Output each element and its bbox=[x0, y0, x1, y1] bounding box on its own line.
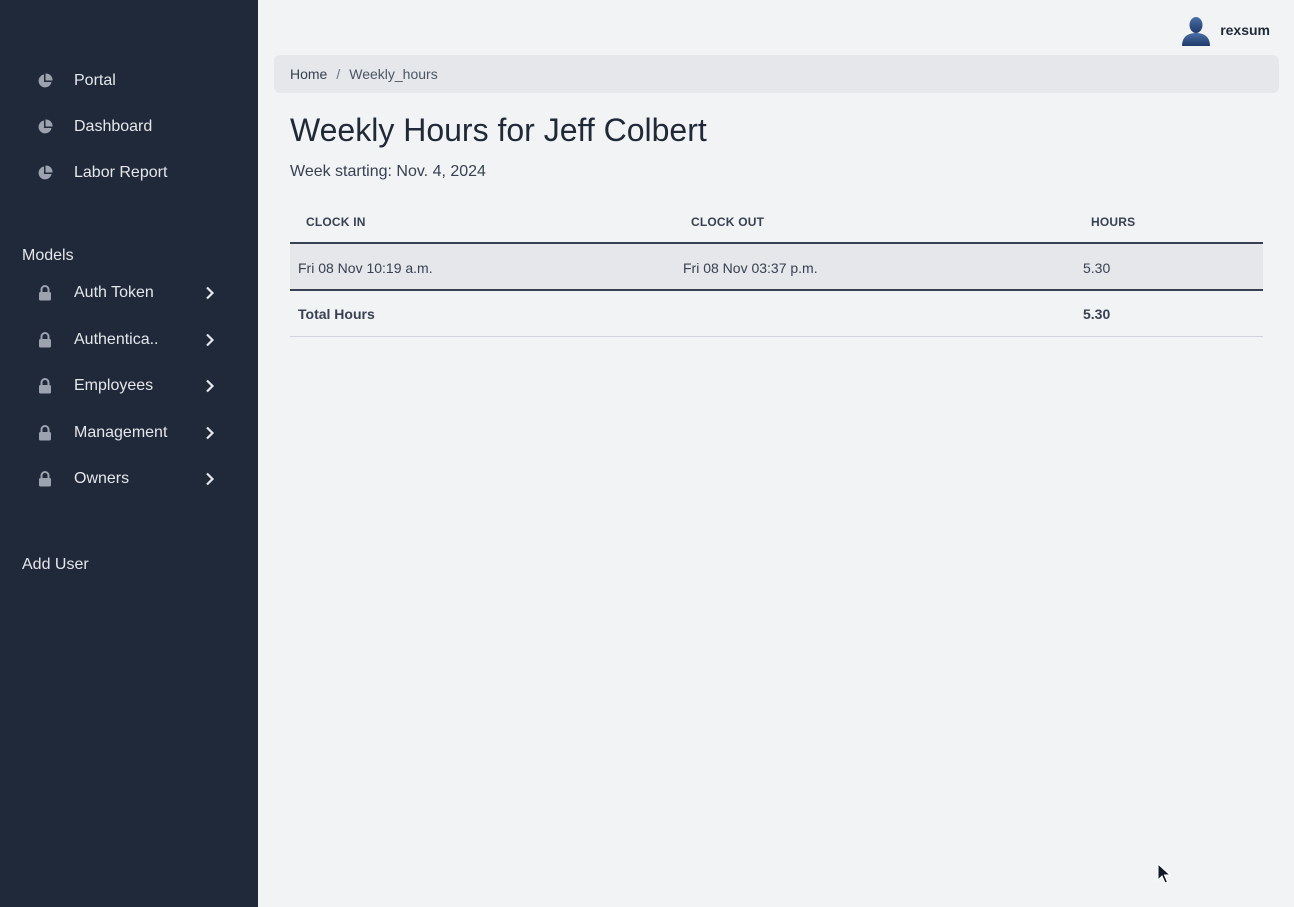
sidebar-item-label: Labor Report bbox=[74, 164, 168, 181]
table-header: CLOCK IN CLOCK OUT HOURS bbox=[290, 200, 1263, 244]
total-hours-value: 5.30 bbox=[1083, 306, 1111, 322]
column-header-clock-in: CLOCK IN bbox=[306, 215, 366, 229]
sidebar-item-label: Management bbox=[74, 424, 168, 441]
total-row: Total Hours 5.30 bbox=[290, 291, 1263, 337]
week-starting-text: Week starting: Nov. 4, 2024 bbox=[290, 163, 486, 180]
lock-icon bbox=[36, 377, 54, 395]
lock-icon bbox=[36, 331, 54, 349]
username: rexsum bbox=[1220, 22, 1270, 38]
chevron-right-icon bbox=[202, 425, 218, 441]
user-menu[interactable]: rexsum bbox=[1180, 14, 1270, 46]
pie-chart-icon bbox=[36, 72, 54, 90]
add-user-link[interactable]: Add User bbox=[22, 556, 89, 574]
chevron-right-icon bbox=[202, 285, 218, 301]
chevron-right-icon bbox=[202, 378, 218, 394]
sidebar-item-label: Owners bbox=[74, 470, 130, 487]
breadcrumb-current: Weekly_hours bbox=[349, 66, 438, 82]
models-section-title: Models bbox=[22, 247, 74, 264]
breadcrumb-home-link[interactable]: Home bbox=[290, 66, 327, 82]
page-title: Weekly Hours for Jeff Colbert bbox=[290, 112, 707, 148]
table-row: Fri 08 Nov 10:19 a.m. Fri 08 Nov 03:37 p… bbox=[290, 244, 1263, 291]
sidebar-item-label: Portal bbox=[74, 72, 116, 89]
total-hours-label: Total Hours bbox=[298, 306, 375, 322]
mouse-cursor-icon bbox=[1157, 863, 1171, 884]
lock-icon bbox=[36, 284, 54, 302]
hours-cell: 5.30 bbox=[1083, 260, 1111, 276]
sidebar-item-label: Dashboard bbox=[74, 118, 153, 135]
clock-out-cell: Fri 08 Nov 03:37 p.m. bbox=[683, 260, 818, 276]
sidebar-item-dashboard[interactable]: Dashboard bbox=[22, 109, 236, 145]
column-header-clock-out: CLOCK OUT bbox=[691, 215, 765, 229]
sidebar-item-employees[interactable]: Employees bbox=[22, 368, 236, 404]
sidebar-item-auth-token[interactable]: Auth Token bbox=[22, 275, 236, 311]
chevron-right-icon bbox=[202, 471, 218, 487]
sidebar-item-labor-report[interactable]: Labor Report bbox=[22, 155, 236, 191]
lock-icon bbox=[36, 470, 54, 488]
sidebar-item-label: Auth Token bbox=[74, 284, 154, 301]
breadcrumb-separator: / bbox=[336, 66, 341, 82]
sidebar-item-authentication[interactable]: Authentica.. bbox=[22, 322, 236, 358]
column-header-hours: HOURS bbox=[1091, 215, 1136, 229]
sidebar-item-owners[interactable]: Owners bbox=[22, 461, 236, 497]
sidebar-item-label: Employees bbox=[74, 377, 154, 394]
sidebar-item-label: Authentica.. bbox=[74, 331, 159, 348]
avatar bbox=[1180, 14, 1212, 46]
weekly-hours-table: CLOCK IN CLOCK OUT HOURS Fri 08 Nov 10:1… bbox=[290, 200, 1263, 337]
chevron-right-icon bbox=[202, 332, 218, 348]
pie-chart-icon bbox=[36, 118, 54, 136]
clock-in-cell: Fri 08 Nov 10:19 a.m. bbox=[298, 260, 433, 276]
breadcrumb: Home / Weekly_hours bbox=[274, 55, 1279, 93]
sidebar-item-portal[interactable]: Portal bbox=[22, 63, 236, 99]
pie-chart-icon bbox=[36, 164, 54, 182]
sidebar-item-management[interactable]: Management bbox=[22, 415, 236, 451]
lock-icon bbox=[36, 424, 54, 442]
sidebar: Portal Dashboard Labor Report Models Aut… bbox=[0, 0, 258, 907]
